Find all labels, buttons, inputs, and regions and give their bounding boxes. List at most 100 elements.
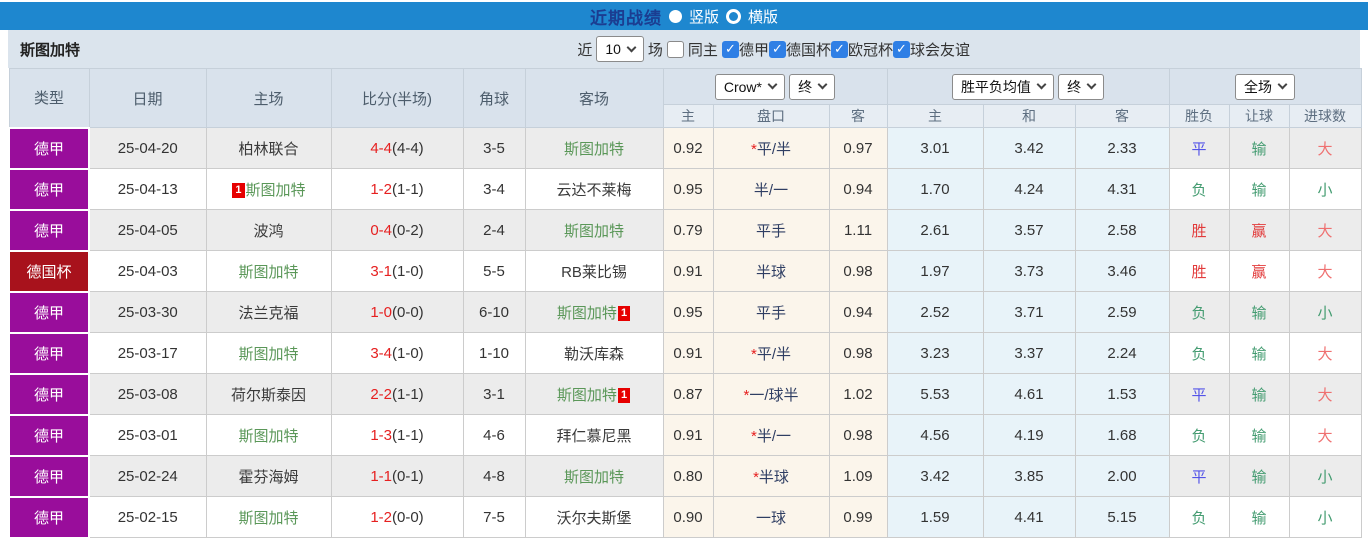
handicap-cell: 平手: [712, 209, 830, 251]
half-time-score: (1-1): [392, 180, 424, 198]
league-label[interactable]: 球会友谊: [910, 39, 970, 60]
score-cell: 2-2(1-1): [330, 373, 464, 415]
match-date-cell: 25-04-20: [88, 127, 207, 169]
avg-lose-cell: 2.59: [1074, 291, 1170, 333]
odds-time-select[interactable]: 终: [789, 73, 836, 100]
corners-cell: 4-6: [462, 414, 526, 456]
handicap-cell: 一球: [712, 496, 830, 538]
avg-time-select[interactable]: 终: [1058, 73, 1105, 100]
corners-cell: 2-4: [462, 209, 526, 251]
away-odds-cell: 0.99: [828, 496, 888, 538]
away-odds-cell: 0.98: [828, 250, 888, 292]
match-type-cell: 德甲: [8, 290, 90, 334]
full-time-score: 1-1: [370, 467, 392, 485]
avg-win-cell: 1.97: [886, 250, 984, 292]
avg-lose-cell: 5.15: [1074, 496, 1170, 538]
horizontal-radio-label[interactable]: 横版: [748, 6, 778, 27]
odds-group-header: Crow* 终: [662, 68, 888, 105]
home-team-name[interactable]: 法兰克福: [238, 305, 298, 322]
handicap-result-cell: 赢: [1228, 250, 1290, 292]
away-team-name[interactable]: 云达不莱梅: [556, 182, 631, 199]
scope-select[interactable]: 全场: [1235, 73, 1296, 100]
avg-lose-cell: 2.24: [1074, 332, 1170, 374]
away-team-cell: 斯图加特 1: [524, 373, 664, 415]
vertical-radio-selected-icon[interactable]: [668, 9, 682, 23]
home-team-name[interactable]: 波鸿: [253, 223, 283, 240]
handicap-result-cell: 输: [1228, 168, 1290, 210]
away-team-cell: 斯图加特: [524, 127, 664, 169]
avg-win-cell: 5.53: [886, 373, 984, 415]
home-team-name[interactable]: 斯图加特: [238, 428, 298, 445]
away-odds-cell: 0.97: [828, 127, 888, 169]
handicap-cell: 半球: [712, 250, 830, 292]
avg-draw-cell: 3.73: [982, 250, 1076, 292]
table-body: 德甲 25-04-20 柏林联合 4-4(4-4) 3-5 斯图加特 0.92 …: [8, 126, 1362, 539]
league-filter: 德甲: [721, 39, 769, 60]
avg-type-select[interactable]: 胜平负均值: [951, 73, 1054, 100]
home-team-name[interactable]: 斯图加特: [238, 264, 298, 281]
corners-cell: 3-1: [462, 373, 526, 415]
away-team-cell: RB莱比锡: [524, 250, 664, 292]
match-date-cell: 25-04-03: [88, 250, 207, 292]
home-team-cell: 斯图加特: [205, 250, 332, 292]
league-label[interactable]: 德甲: [739, 39, 769, 60]
away-team-name[interactable]: 沃尔夫斯堡: [556, 510, 631, 527]
league-label[interactable]: 德国杯: [786, 39, 831, 60]
handicap-text: 平/半: [756, 140, 791, 158]
away-team-cell: 斯图加特: [524, 455, 664, 497]
chevron-down-icon: [1277, 79, 1288, 90]
handicap-cell: *一/球半: [712, 373, 830, 415]
away-team-name[interactable]: 勒沃库森: [564, 346, 624, 363]
table-row: 德甲 25-03-01 斯图加特 1-3(1-1) 4-6 拜仁慕尼黑 0.91…: [8, 413, 1362, 457]
home-team-name[interactable]: 斯图加特: [246, 182, 306, 199]
away-team-name[interactable]: 斯图加特: [564, 469, 624, 486]
away-odds-cell: 0.94: [828, 291, 888, 333]
league-checkbox-checked-icon[interactable]: [721, 40, 739, 58]
league-label[interactable]: 欧冠杯: [848, 39, 893, 60]
avg-draw-cell: 4.61: [982, 373, 1076, 415]
home-team-name[interactable]: 霍芬海姆: [238, 469, 298, 486]
away-team-name[interactable]: RB莱比锡: [561, 264, 627, 281]
home-team-name[interactable]: 荷尔斯泰因: [231, 387, 306, 404]
home-team-cell: 斯图加特: [205, 496, 332, 538]
odds-company-select[interactable]: Crow*: [714, 73, 785, 100]
away-team-name[interactable]: 斯图加特: [557, 387, 617, 404]
away-team-name[interactable]: 斯图加特: [564, 223, 624, 240]
away-team-name[interactable]: 斯图加特: [564, 141, 624, 158]
home-team-cell: 柏林联合: [205, 127, 332, 169]
league-checkbox-checked-icon[interactable]: [830, 40, 848, 58]
home-team-name[interactable]: 柏林联合: [238, 141, 298, 158]
corners-cell: 3-5: [462, 127, 526, 169]
horizontal-radio-icon[interactable]: [726, 8, 741, 24]
same-home-label: 同主: [687, 41, 718, 59]
avg-draw-cell: 4.41: [982, 496, 1076, 538]
goals-result-cell: 小: [1288, 496, 1362, 538]
home-odds-cell: 0.91: [662, 332, 714, 374]
match-count-select[interactable]: 10: [596, 36, 644, 62]
subheader-goals-result: 进球数: [1288, 104, 1362, 128]
result-cell: 负: [1168, 291, 1230, 333]
handicap-cell: 平手: [712, 291, 830, 333]
half-time-score: (0-0): [392, 508, 424, 526]
avg-draw-cell: 3.71: [982, 291, 1076, 333]
home-team-name[interactable]: 斯图加特: [238, 510, 298, 527]
red-card-badge: 1: [617, 305, 631, 321]
away-team-name[interactable]: 斯图加特: [557, 305, 617, 322]
away-odds-cell: 1.02: [828, 373, 888, 415]
col-header-type: 类型: [8, 68, 90, 128]
score-cell: 1-3(1-1): [330, 414, 464, 456]
away-odds-cell: 0.98: [828, 332, 888, 374]
vertical-radio-label[interactable]: 竖版: [689, 6, 719, 27]
home-odds-cell: 0.91: [662, 414, 714, 456]
league-checkbox-checked-icon[interactable]: [768, 40, 786, 58]
away-team-name[interactable]: 拜仁慕尼黑: [556, 428, 631, 445]
handicap-result-cell: 输: [1228, 291, 1290, 333]
home-team-name[interactable]: 斯图加特: [238, 346, 298, 363]
league-checkbox-checked-icon[interactable]: [892, 40, 910, 58]
handicap-result-cell: 赢: [1228, 209, 1290, 251]
same-home-checkbox[interactable]: [666, 40, 684, 58]
handicap-text: 平/半: [756, 345, 791, 363]
match-date-cell: 25-02-24: [88, 455, 207, 497]
home-team-cell: 荷尔斯泰因: [205, 373, 332, 415]
away-team-cell: 云达不莱梅: [524, 168, 664, 210]
